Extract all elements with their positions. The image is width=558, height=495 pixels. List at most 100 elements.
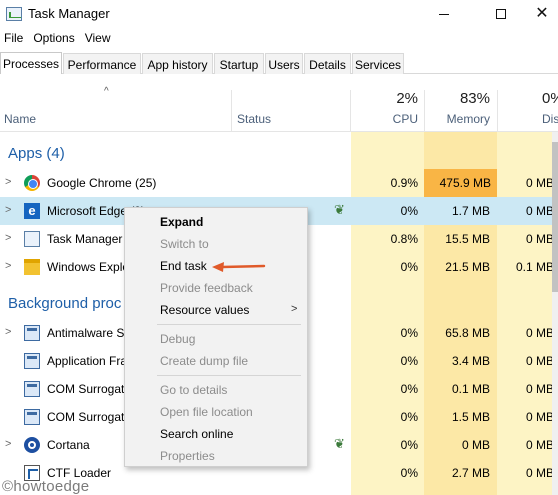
menu-debug: Debug [160,332,196,346]
menu-properties: Properties [160,449,215,463]
memory-value: 0.1 MB [451,382,490,396]
expand-chevron-icon[interactable]: > [5,260,11,272]
vertical-scrollbar[interactable] [552,132,558,495]
tab-app-history[interactable]: App history [142,53,213,74]
disk-value: 0 MB, [526,382,558,396]
cpu-value: 0% [400,260,418,274]
memory-value: 3.4 MB [451,354,490,368]
cpu-value: 0% [400,326,418,340]
task-manager-icon [6,7,22,21]
tab-users[interactable]: Users [265,53,303,74]
column-name[interactable]: Name [4,112,36,126]
sort-up-icon: ^ [104,86,109,97]
menu-end-task[interactable]: End task [160,259,207,273]
memory-value: 1.7 MB [451,204,490,218]
annotation-arrow-icon [212,262,266,272]
menu-options[interactable]: Options [29,29,80,49]
cpu-value: 0% [400,410,418,424]
window-title: Task Manager [28,6,110,21]
cpu-value: 0% [400,438,418,452]
column-divider [497,90,498,132]
column-memory[interactable]: Memory [424,112,490,126]
menu-go-to-details: Go to details [160,383,228,397]
menu-file[interactable]: File [0,29,29,49]
column-status[interactable]: Status [237,112,271,126]
tab-processes[interactable]: Processes [0,52,62,75]
chrome-icon [24,175,40,191]
cpu-value: 0% [400,204,418,218]
menu-provide-feedback: Provide feedback [160,281,253,295]
context-menu: Expand Switch to End task Provide feedba… [124,207,308,467]
cortana-icon [24,437,40,453]
process-name: Google Chrome (25) [47,176,157,190]
title-bar: Task Manager ✕ [0,0,558,28]
expand-chevron-icon[interactable]: > [5,176,11,188]
memory-value: 1.5 MB [451,410,490,424]
watermark: ©howtoedge [2,478,90,495]
window-app-icon [24,381,40,397]
menu-resource-values[interactable]: Resource values [160,303,249,317]
disk-value: 0 MB, [526,204,558,218]
submenu-arrow-icon: > [291,303,298,315]
minimize-icon [439,13,449,15]
column-disk[interactable]: Dis [500,112,558,126]
edge-icon: e [24,203,40,219]
expand-chevron-icon[interactable]: > [5,204,11,216]
memory-value: 15.5 MB [445,232,490,246]
maximize-icon [496,9,506,19]
expand-chevron-icon[interactable]: > [5,232,11,244]
disk-total: 0% [542,90,558,107]
memory-value: 65.8 MB [445,326,490,340]
menu-bar: File Options View [0,29,117,49]
tab-startup[interactable]: Startup [214,53,264,74]
disk-value: 0 MB, [526,354,558,368]
minimize-button[interactable] [421,0,467,28]
window-app-icon [24,409,40,425]
tab-services[interactable]: Services [352,53,404,74]
scrollbar-thumb[interactable] [552,142,558,292]
column-divider [350,90,351,132]
process-row[interactable]: > Google Chrome (25) 0.9% 475.9 MB 0 MB, [0,169,558,197]
folder-icon [24,259,40,275]
cpu-value: 0% [400,382,418,396]
cpu-value: 0.9% [390,176,418,190]
memory-value: 2.7 MB [451,466,490,480]
expand-chevron-icon[interactable]: > [5,438,11,450]
disk-value: 0 MB, [526,438,558,452]
disk-value: 0 MB, [526,326,558,340]
column-header: ^ Name Status 2% CPU 83% Memory 0% Dis [0,74,558,132]
memory-value: 475.9 MB [424,169,497,197]
window-app-icon [24,325,40,341]
cpu-total: 2% [396,90,418,107]
task-manager-icon [24,231,40,247]
column-cpu[interactable]: CPU [352,112,418,126]
process-name: Cortana [47,438,90,452]
suspended-leaf-icon: ❦ [334,436,345,451]
menu-search-online[interactable]: Search online [160,427,233,441]
tab-performance[interactable]: Performance [63,53,141,74]
menu-open-file-location: Open file location [160,405,253,419]
window-app-icon [24,353,40,369]
memory-value: 0 MB [461,438,490,452]
menu-create-dump-file: Create dump file [160,354,249,368]
process-name: Application Fra [47,354,128,368]
process-name: Windows Explo [47,260,130,274]
column-divider [231,90,232,132]
expand-chevron-icon[interactable]: > [5,326,11,338]
group-background: Background proc [8,295,122,312]
disk-value: 0 MB, [526,176,558,190]
disk-value: 0.1 MB, [516,260,558,274]
tab-details[interactable]: Details [304,53,351,74]
maximize-button[interactable] [478,0,524,28]
memory-total: 83% [459,90,490,107]
memory-value: 21.5 MB [445,260,490,274]
close-button[interactable]: ✕ [526,0,558,28]
menu-expand[interactable]: Expand [160,215,203,229]
group-apps: Apps (4) [8,145,65,162]
disk-value: 0 MB, [526,410,558,424]
menu-view[interactable]: View [81,29,117,49]
menu-switch-to: Switch to [160,237,209,251]
process-name: Task Manager [47,232,123,246]
suspended-leaf-icon: ❦ [334,202,345,217]
tab-strip: Processes Performance App history Startu… [0,52,558,75]
